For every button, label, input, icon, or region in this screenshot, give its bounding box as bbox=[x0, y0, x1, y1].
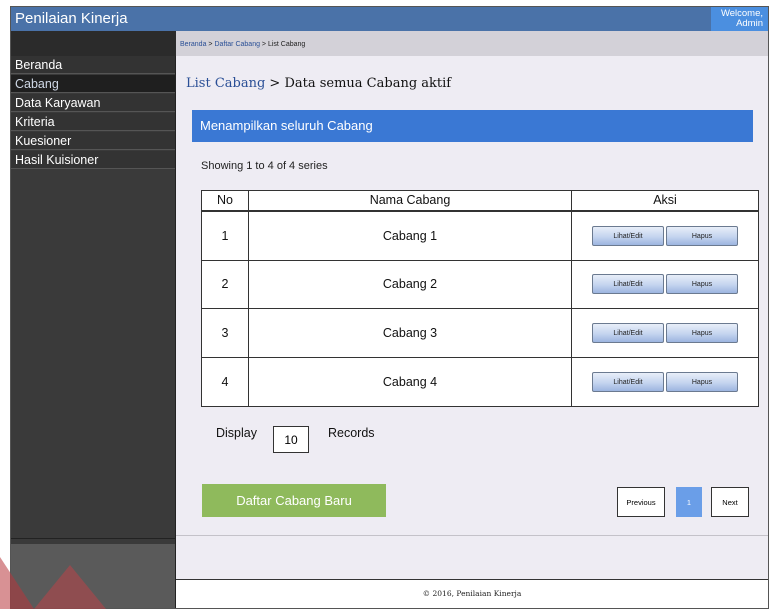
sidebar-item-data-karyawan[interactable]: Data Karyawan bbox=[11, 94, 175, 112]
branch-table: No Nama Cabang Aksi 1 Cabang 1 Lihat/Edi… bbox=[201, 189, 759, 407]
add-branch-button[interactable]: Daftar Cabang Baru bbox=[202, 484, 386, 517]
app-window: Penilaian Kinerja Welcome, Admin Beranda… bbox=[10, 6, 769, 609]
row-actions: Lihat/Edit Hapus bbox=[571, 259, 759, 310]
table-row: 3 Cabang 3 Lihat/Edit Hapus bbox=[201, 308, 759, 359]
column-header-action: Aksi bbox=[571, 189, 759, 212]
branch-name: Cabang 2 bbox=[248, 259, 572, 310]
view-edit-button[interactable]: Lihat/Edit bbox=[592, 274, 664, 295]
delete-button[interactable]: Hapus bbox=[666, 323, 738, 344]
welcome-user: Admin bbox=[736, 18, 763, 29]
sidebar-divider bbox=[11, 538, 175, 539]
row-number: 4 bbox=[201, 357, 249, 407]
breadcrumb-separator: > bbox=[259, 41, 268, 48]
branch-name: Cabang 1 bbox=[248, 210, 572, 261]
sidebar: Beranda Cabang Data Karyawan Kriteria Ku… bbox=[11, 31, 176, 608]
row-actions: Lihat/Edit Hapus bbox=[571, 308, 759, 359]
pagination-previous-button[interactable]: Previous bbox=[617, 487, 665, 517]
records-label: Records bbox=[328, 426, 375, 440]
row-number: 1 bbox=[201, 210, 249, 261]
page-title-link[interactable]: List Cabang bbox=[186, 76, 265, 91]
display-label: Display bbox=[216, 426, 257, 440]
showing-count: Showing 1 to 4 of 4 series bbox=[201, 160, 328, 172]
delete-button[interactable]: Hapus bbox=[666, 274, 738, 295]
breadcrumb-daftar-cabang[interactable]: Daftar Cabang bbox=[214, 41, 260, 48]
view-edit-button[interactable]: Lihat/Edit bbox=[592, 372, 664, 393]
delete-button[interactable]: Hapus bbox=[666, 225, 738, 246]
breadcrumb-bar: Beranda > Daftar Cabang > List Cabang bbox=[176, 31, 768, 56]
sidebar-top-strip bbox=[11, 31, 176, 56]
watermark-logo bbox=[0, 551, 120, 609]
records-per-page-input[interactable]: 10 bbox=[273, 426, 309, 453]
view-edit-button[interactable]: Lihat/Edit bbox=[592, 225, 664, 246]
content-divider bbox=[176, 535, 768, 536]
breadcrumb-beranda[interactable]: Beranda bbox=[180, 41, 206, 48]
page-title-rest: > Data semua Cabang aktif bbox=[265, 76, 452, 91]
sidebar-item-cabang[interactable]: Cabang bbox=[11, 75, 175, 93]
pagination-page-1[interactable]: 1 bbox=[676, 487, 702, 517]
breadcrumb: Beranda > Daftar Cabang > List Cabang bbox=[180, 41, 305, 48]
row-actions: Lihat/Edit Hapus bbox=[571, 357, 759, 407]
column-header-name: Nama Cabang bbox=[248, 189, 572, 212]
table-row: 2 Cabang 2 Lihat/Edit Hapus bbox=[201, 259, 759, 310]
page-title: List Cabang > Data semua Cabang aktif bbox=[186, 76, 451, 91]
top-bar: Penilaian Kinerja bbox=[11, 7, 768, 31]
sidebar-item-hasil-kuisioner[interactable]: Hasil Kuisioner bbox=[11, 151, 175, 169]
breadcrumb-current: List Cabang bbox=[267, 41, 306, 48]
table-header-row: No Nama Cabang Aksi bbox=[201, 189, 759, 212]
app-title: Penilaian Kinerja bbox=[15, 10, 128, 27]
row-number: 2 bbox=[201, 259, 249, 310]
sidebar-item-kriteria[interactable]: Kriteria bbox=[11, 113, 175, 131]
info-banner: Menampilkan seluruh Cabang bbox=[192, 110, 753, 142]
sidebar-item-kuesioner[interactable]: Kuesioner bbox=[11, 132, 175, 150]
view-edit-button[interactable]: Lihat/Edit bbox=[592, 323, 664, 344]
table-row: 4 Cabang 4 Lihat/Edit Hapus bbox=[201, 357, 759, 407]
branch-name: Cabang 3 bbox=[248, 308, 572, 359]
delete-button[interactable]: Hapus bbox=[666, 372, 738, 393]
row-actions: Lihat/Edit Hapus bbox=[571, 210, 759, 261]
pagination-next-button[interactable]: Next bbox=[711, 487, 749, 517]
table-row: 1 Cabang 1 Lihat/Edit Hapus bbox=[201, 210, 759, 261]
sidebar-item-beranda[interactable]: Beranda bbox=[11, 56, 175, 74]
footer: © 2016, Penilaian Kinerja bbox=[176, 579, 768, 608]
row-number: 3 bbox=[201, 308, 249, 359]
column-header-no: No bbox=[201, 189, 249, 212]
branch-name: Cabang 4 bbox=[248, 357, 572, 407]
